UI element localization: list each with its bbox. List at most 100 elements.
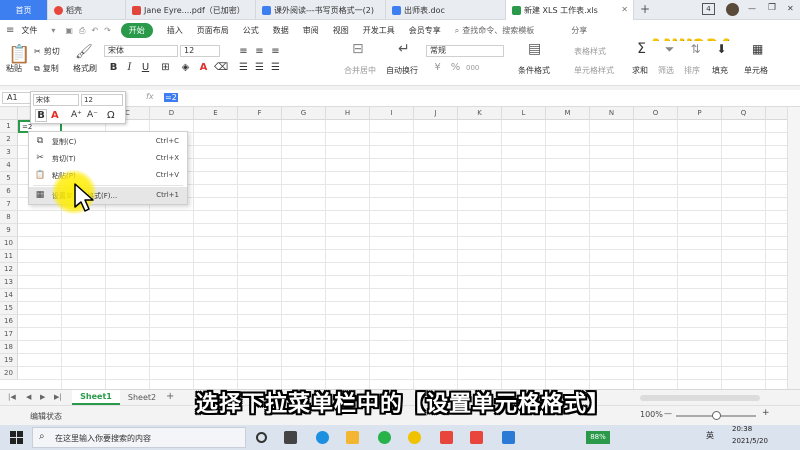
row-header-9[interactable]: 9 [0, 224, 18, 237]
column-header-l[interactable]: L [502, 107, 546, 120]
print-icon[interactable]: ⎙ [79, 26, 85, 36]
chevron-down-icon[interactable]: ▾ [51, 26, 55, 35]
share-button[interactable]: 分享 [571, 25, 587, 36]
row-header-4[interactable]: 4 [0, 159, 18, 172]
sum-button[interactable]: 求和 [632, 65, 648, 76]
tab-xls-active[interactable]: 新建 XLS 工作表.xls ✕ [506, 0, 634, 20]
menu-insert[interactable]: 插入 [167, 25, 183, 36]
number-format-select[interactable]: 常规 [426, 45, 504, 57]
fill-button[interactable]: 填充 [712, 65, 728, 76]
menu-formula[interactable]: 公式 [243, 25, 259, 36]
clock-time[interactable]: 20:38 [732, 425, 752, 433]
fill-color-icon[interactable]: ◈ [180, 62, 191, 73]
zoom-slider[interactable] [676, 411, 756, 420]
menu-view[interactable]: 视图 [333, 25, 349, 36]
zoom-slider-knob[interactable] [712, 411, 721, 420]
bold-button[interactable]: B [108, 62, 119, 73]
percent-button[interactable]: % [450, 62, 461, 73]
menu-developer[interactable]: 开发工具 [363, 25, 395, 36]
column-header-d[interactable]: D [150, 107, 194, 120]
table-style-button[interactable]: 表格样式 [574, 46, 606, 57]
row-header-8[interactable]: 8 [0, 211, 18, 224]
column-header-j[interactable]: J [414, 107, 458, 120]
currency-icon[interactable]: ¥ [432, 62, 443, 73]
row-header-14[interactable]: 14 [0, 289, 18, 302]
first-sheet-icon[interactable]: |◀ [8, 393, 16, 401]
underline-button[interactable]: U [140, 62, 151, 73]
wps-icon[interactable] [440, 431, 453, 444]
filter-button[interactable]: 筛选 [658, 65, 674, 76]
row-header-7[interactable]: 7 [0, 198, 18, 211]
horizontal-scrollbar[interactable] [640, 395, 760, 401]
next-sheet-icon[interactable]: ▶ [40, 393, 45, 401]
row-header-1[interactable]: 1 [0, 120, 18, 133]
hamburger-icon[interactable]: ≡ [6, 25, 14, 36]
column-header-k[interactable]: K [458, 107, 502, 120]
tab-home[interactable]: 首页 [0, 0, 48, 20]
column-header-h[interactable]: H [326, 107, 370, 120]
context-menu-item-paste[interactable]: 📋 粘贴(P) Ctrl+V [29, 167, 187, 184]
format-painter-button[interactable]: 格式刷 [73, 63, 97, 74]
sheet-tab-sheet1[interactable]: Sheet1 [72, 390, 120, 405]
column-header-m[interactable]: M [546, 107, 590, 120]
wps-office-icon[interactable] [470, 431, 483, 444]
copy-button[interactable]: ⧉ 复制 [34, 63, 59, 74]
row-header-6[interactable]: 6 [0, 185, 18, 198]
column-header-p[interactable]: P [678, 107, 722, 120]
menu-data[interactable]: 数据 [273, 25, 289, 36]
merge-icon[interactable]: ⊟ [352, 42, 364, 56]
windows-start-icon[interactable] [10, 431, 23, 444]
align-bottom-icon[interactable]: ≡ [270, 46, 281, 57]
row-header-3[interactable]: 3 [0, 146, 18, 159]
menu-start[interactable]: 开始 [120, 23, 153, 38]
align-top-icon[interactable]: ≡ [238, 46, 249, 57]
paste-button[interactable]: 粘贴 [6, 63, 22, 74]
align-center-icon[interactable]: ☰ [254, 62, 265, 73]
filter-icon[interactable]: ⏷ [664, 43, 675, 55]
fill-icon[interactable]: ⬇ [716, 43, 727, 55]
task-view-icon[interactable] [284, 431, 297, 444]
conditional-format-icon[interactable]: ▤ [528, 42, 541, 56]
music-app-icon[interactable] [378, 431, 391, 444]
mini-bold-button[interactable]: B [35, 109, 47, 122]
zoom-level[interactable]: 100% [640, 410, 663, 419]
row-header-18[interactable]: 18 [0, 341, 18, 354]
sort-icon[interactable]: ⇅ [690, 43, 701, 55]
align-middle-icon[interactable]: ≡ [254, 46, 265, 57]
row-header-11[interactable]: 11 [0, 250, 18, 263]
row-header-20[interactable]: 20 [0, 367, 18, 380]
zoom-out-button[interactable]: — [664, 409, 672, 418]
chrome-icon[interactable] [408, 431, 421, 444]
tab-docer[interactable]: 稻壳 [48, 0, 126, 20]
row-header-2[interactable]: 2 [0, 133, 18, 146]
context-menu-item-copy[interactable]: ⧉ 复制(C) Ctrl+C [29, 133, 187, 150]
edge-icon[interactable] [316, 431, 329, 444]
mini-size-select[interactable]: 12 [81, 94, 123, 106]
battery-indicator[interactable]: 88% [586, 431, 610, 444]
merge-center-button[interactable]: 合并居中 [344, 65, 376, 76]
tab-chushibiao[interactable]: 出师表.doc [386, 0, 506, 20]
prev-sheet-icon[interactable]: ◀ [26, 393, 31, 401]
file-explorer-icon[interactable] [346, 431, 359, 444]
menu-review[interactable]: 审阅 [303, 25, 319, 36]
close-tab-icon[interactable]: ✕ [621, 5, 628, 14]
row-header-13[interactable]: 13 [0, 276, 18, 289]
row-header-15[interactable]: 15 [0, 302, 18, 315]
menu-member[interactable]: 会员专享 [409, 25, 441, 36]
sum-icon[interactable]: Σ [636, 42, 647, 56]
column-header-q[interactable]: Q [722, 107, 766, 120]
row-header-17[interactable]: 17 [0, 328, 18, 341]
formula-input[interactable]: =2 [164, 91, 784, 104]
tab-pdf[interactable]: Jane Eyre....pdf（已加密） [126, 0, 256, 20]
column-header-f[interactable]: F [238, 107, 282, 120]
ime-indicator[interactable]: 英 [706, 430, 714, 441]
conditional-format-button[interactable]: 条件格式 [518, 65, 550, 76]
align-left-icon[interactable]: ☰ [238, 62, 249, 73]
vertical-scrollbar[interactable] [787, 107, 800, 389]
mini-symbol-button[interactable]: Ω [107, 109, 115, 122]
column-header-n[interactable]: N [590, 107, 634, 120]
clock-date[interactable]: 2021/5/20 [732, 437, 768, 445]
row-header-16[interactable]: 16 [0, 315, 18, 328]
search-icon[interactable]: ⌕ [455, 26, 459, 36]
wrap-text-button[interactable]: 自动换行 [386, 65, 418, 76]
